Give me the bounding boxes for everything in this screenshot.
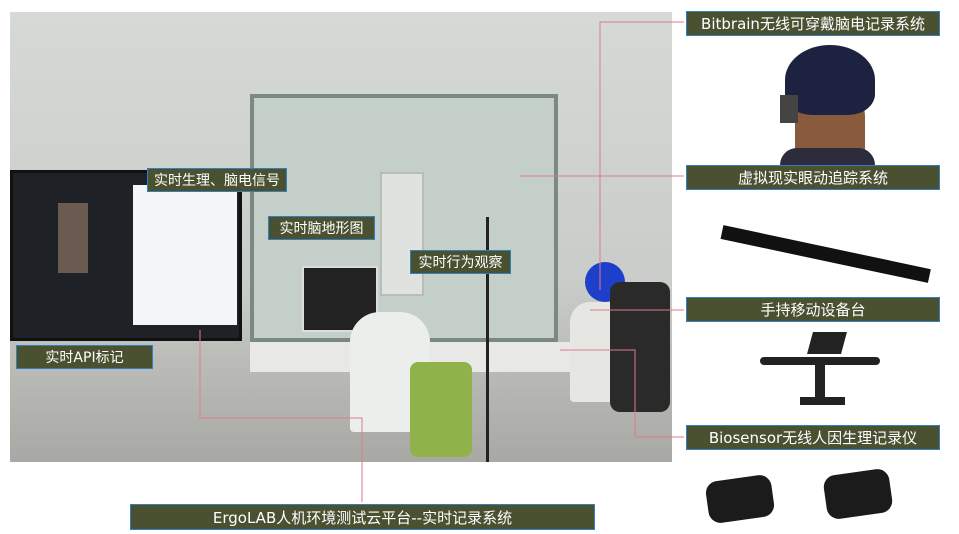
biosensor-image-2 xyxy=(822,467,894,521)
label-topomap: 实时脑地形图 xyxy=(268,216,375,240)
label-api: 实时API标记 xyxy=(16,345,153,369)
label-behavior: 实时行为观察 xyxy=(410,250,511,274)
device-label-mobile-stand: 手持移动设备台 xyxy=(686,297,940,322)
device-label-eyetracker: 虚拟现实眼动追踪系统 xyxy=(686,165,940,190)
platform-label: ErgoLAB人机环境测试云平台--实时记录系统 xyxy=(130,504,595,530)
device-label-biosensor: Biosensor无线人因生理记录仪 xyxy=(686,425,940,450)
label-physio-eeg: 实时生理、脑电信号 xyxy=(147,168,287,192)
device-label-bitbrain: Bitbrain无线可穿戴脑电记录系统 xyxy=(686,11,940,36)
eeg-cap-image xyxy=(775,40,880,165)
mobile-stand-image xyxy=(760,332,880,407)
